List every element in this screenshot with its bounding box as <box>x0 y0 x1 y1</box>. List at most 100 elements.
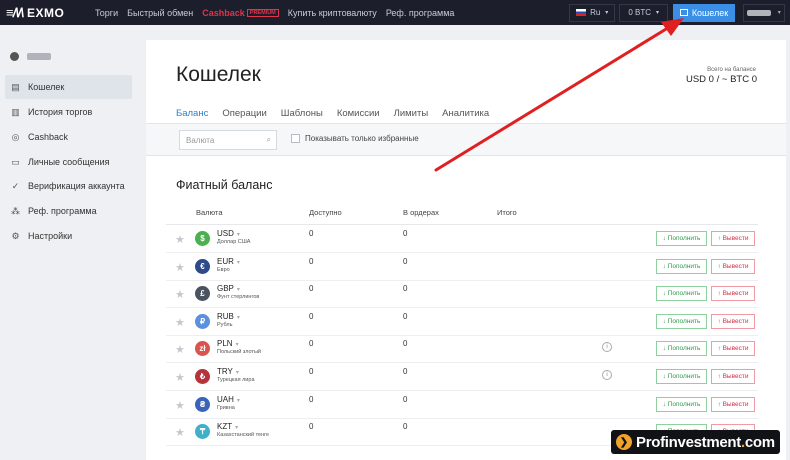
withdraw-button[interactable]: ↑ Вывести <box>711 258 755 274</box>
search-placeholder: Валюта <box>186 135 215 145</box>
deposit-button[interactable]: ↓ Пополнить <box>656 258 707 274</box>
nav-quick-exchange[interactable]: Быстрый обмен <box>127 8 193 18</box>
in-orders-value: 0 <box>403 339 408 349</box>
sidebar-item-settings[interactable]: ⚙ Настройки <box>5 224 132 248</box>
deposit-button[interactable]: ↓ Пополнить <box>656 313 707 329</box>
withdraw-button[interactable]: ↑ Вывести <box>711 313 755 329</box>
in-orders-value: 0 <box>403 394 408 404</box>
fiat-balance-heading: Фиатный баланс <box>176 178 273 192</box>
withdraw-button[interactable]: ↑ Вывести <box>711 231 755 246</box>
available-value: 0 <box>309 339 314 349</box>
currency-code[interactable]: GBP ▾ <box>217 284 240 293</box>
logo-mark-icon: ≡/\/\ <box>6 5 24 20</box>
favorite-star-icon[interactable]: ★ <box>175 399 185 412</box>
favorite-star-icon[interactable]: ★ <box>175 261 185 274</box>
sidebar-item-label: Кошелек <box>28 82 65 92</box>
sidebar-item-messages[interactable]: ▭ Личные сообщения <box>5 150 132 174</box>
in-orders-value: 0 <box>403 229 408 238</box>
currency-code[interactable]: KZT ▾ <box>217 422 238 431</box>
sidebar-user[interactable] <box>10 52 51 61</box>
balance-dropdown[interactable]: 0 BTC ▾ <box>619 3 668 22</box>
profinvestment-watermark: ❯ Profinvestment.com <box>611 430 780 454</box>
currency-code[interactable]: RUB ▾ <box>217 312 240 321</box>
cashback-icon: ◎ <box>11 131 20 142</box>
sidebar-item-label: Личные сообщения <box>28 157 110 167</box>
currency-code[interactable]: USD ▾ <box>217 229 240 238</box>
logo-text: EXMO <box>27 5 65 20</box>
column-header-in-orders: В ордерах <box>403 208 439 217</box>
currency-name: Польский злотый <box>217 349 262 356</box>
sidebar-item-referral[interactable]: ⁂ Реф. программа <box>5 199 132 223</box>
sidebar-item-label: Реф. программа <box>28 206 97 216</box>
available-value: 0 <box>309 311 314 321</box>
withdraw-button[interactable]: ↑ Вывести <box>711 341 755 357</box>
currency-code[interactable]: PLN ▾ <box>217 339 239 348</box>
available-value: 0 <box>309 229 314 238</box>
nav-trading[interactable]: Торги <box>95 8 118 18</box>
favorites-only-label: Показывать только избранные <box>305 134 419 143</box>
deposit-button[interactable]: ↓ Пополнить <box>656 396 707 412</box>
currency-code[interactable]: UAH ▾ <box>217 395 240 404</box>
language-label: Ru <box>590 8 601 17</box>
history-icon: ▥ <box>11 106 20 117</box>
available-value: 0 <box>309 394 314 404</box>
wallet-icon <box>679 9 688 16</box>
chevron-down-icon: ▾ <box>236 314 240 321</box>
nav-referral[interactable]: Реф. программа <box>386 8 455 18</box>
info-icon[interactable]: i <box>602 342 612 353</box>
language-selector[interactable]: Ru ▾ <box>569 3 616 22</box>
chevron-down-icon: ▾ <box>236 397 240 404</box>
nav-cashback[interactable]: Cashback PREMIUM <box>202 8 279 18</box>
user-icon <box>10 52 19 61</box>
favorites-only-checkbox[interactable]: Показывать только избранные <box>291 134 419 143</box>
favorite-star-icon[interactable]: ★ <box>175 316 185 329</box>
currency-coin-icon: ₴ <box>195 396 210 412</box>
withdraw-button[interactable]: ↑ Вывести <box>711 396 755 412</box>
currency-coin-icon: zł <box>195 341 210 357</box>
deposit-button[interactable]: ↓ Пополнить <box>656 369 707 384</box>
in-orders-value: 0 <box>403 422 408 432</box>
user-menu[interactable]: ▾ <box>743 3 785 22</box>
favorite-star-icon[interactable]: ★ <box>175 426 185 439</box>
nav-buy-crypto[interactable]: Купить криптовалюту <box>288 8 377 18</box>
deposit-button[interactable]: ↓ Пополнить <box>656 341 707 357</box>
chevron-down-icon: ▾ <box>236 232 240 238</box>
total-balance-value: USD 0 / ~ BTC 0 <box>685 74 757 85</box>
currency-code[interactable]: EUR ▾ <box>217 257 240 266</box>
search-icon: ⌕ <box>266 135 271 144</box>
favorite-star-icon[interactable]: ★ <box>175 343 185 356</box>
in-orders-value: 0 <box>403 256 408 266</box>
chevron-down-icon: ▾ <box>236 259 240 266</box>
favorite-star-icon[interactable]: ★ <box>175 371 185 384</box>
chevron-down-icon: ▾ <box>655 10 659 16</box>
favorite-star-icon[interactable]: ★ <box>175 233 185 246</box>
exmo-logo[interactable]: ≡/\/\ EXMO <box>6 5 86 20</box>
chevron-down-icon: ▾ <box>605 10 609 16</box>
sidebar-item-wallet[interactable]: ▤ Кошелек <box>5 75 132 99</box>
balance-label: 0 BTC <box>628 8 651 17</box>
checkbox-box[interactable] <box>291 134 300 143</box>
column-header-available: Доступно <box>309 208 342 217</box>
withdraw-button[interactable]: ↑ Вывести <box>711 369 755 384</box>
available-value: 0 <box>309 367 314 376</box>
currency-name: Рубль <box>217 321 233 328</box>
deposit-button[interactable]: ↓ Пополнить <box>656 286 707 302</box>
profinvestment-logo-icon: ❯ <box>616 434 632 450</box>
currency-code[interactable]: TRY ▾ <box>217 367 239 376</box>
table-row: ★ $ USD ▾ Доллар США 0 0 ↓ Пополнить ↑ Вывести <box>166 225 758 253</box>
info-icon[interactable]: i <box>602 370 612 380</box>
withdraw-button[interactable]: ↑ Вывести <box>711 286 755 302</box>
wallet-button[interactable]: Кошелек <box>673 3 735 22</box>
currency-coin-icon: ₸ <box>195 424 210 440</box>
sidebar-item-trade-history[interactable]: ▥ История торгов <box>5 100 132 124</box>
chevron-down-icon: ▾ <box>235 342 239 349</box>
in-orders-value: 0 <box>403 284 408 294</box>
deposit-button[interactable]: ↓ Пополнить <box>656 231 707 246</box>
sidebar: ▤ Кошелек ▥ История торгов ◎ Cashback ▭ … <box>0 25 140 460</box>
sidebar-item-verification[interactable]: ✓ Верификация аккаунта <box>5 174 132 198</box>
sidebar-item-cashback[interactable]: ◎ Cashback <box>5 125 132 149</box>
currency-search-input[interactable]: Валюта ⌕ <box>179 130 277 150</box>
column-header-total: Итого <box>497 208 517 217</box>
favorite-star-icon[interactable]: ★ <box>175 288 185 301</box>
currency-name: Фунт стерлингов <box>217 294 260 301</box>
